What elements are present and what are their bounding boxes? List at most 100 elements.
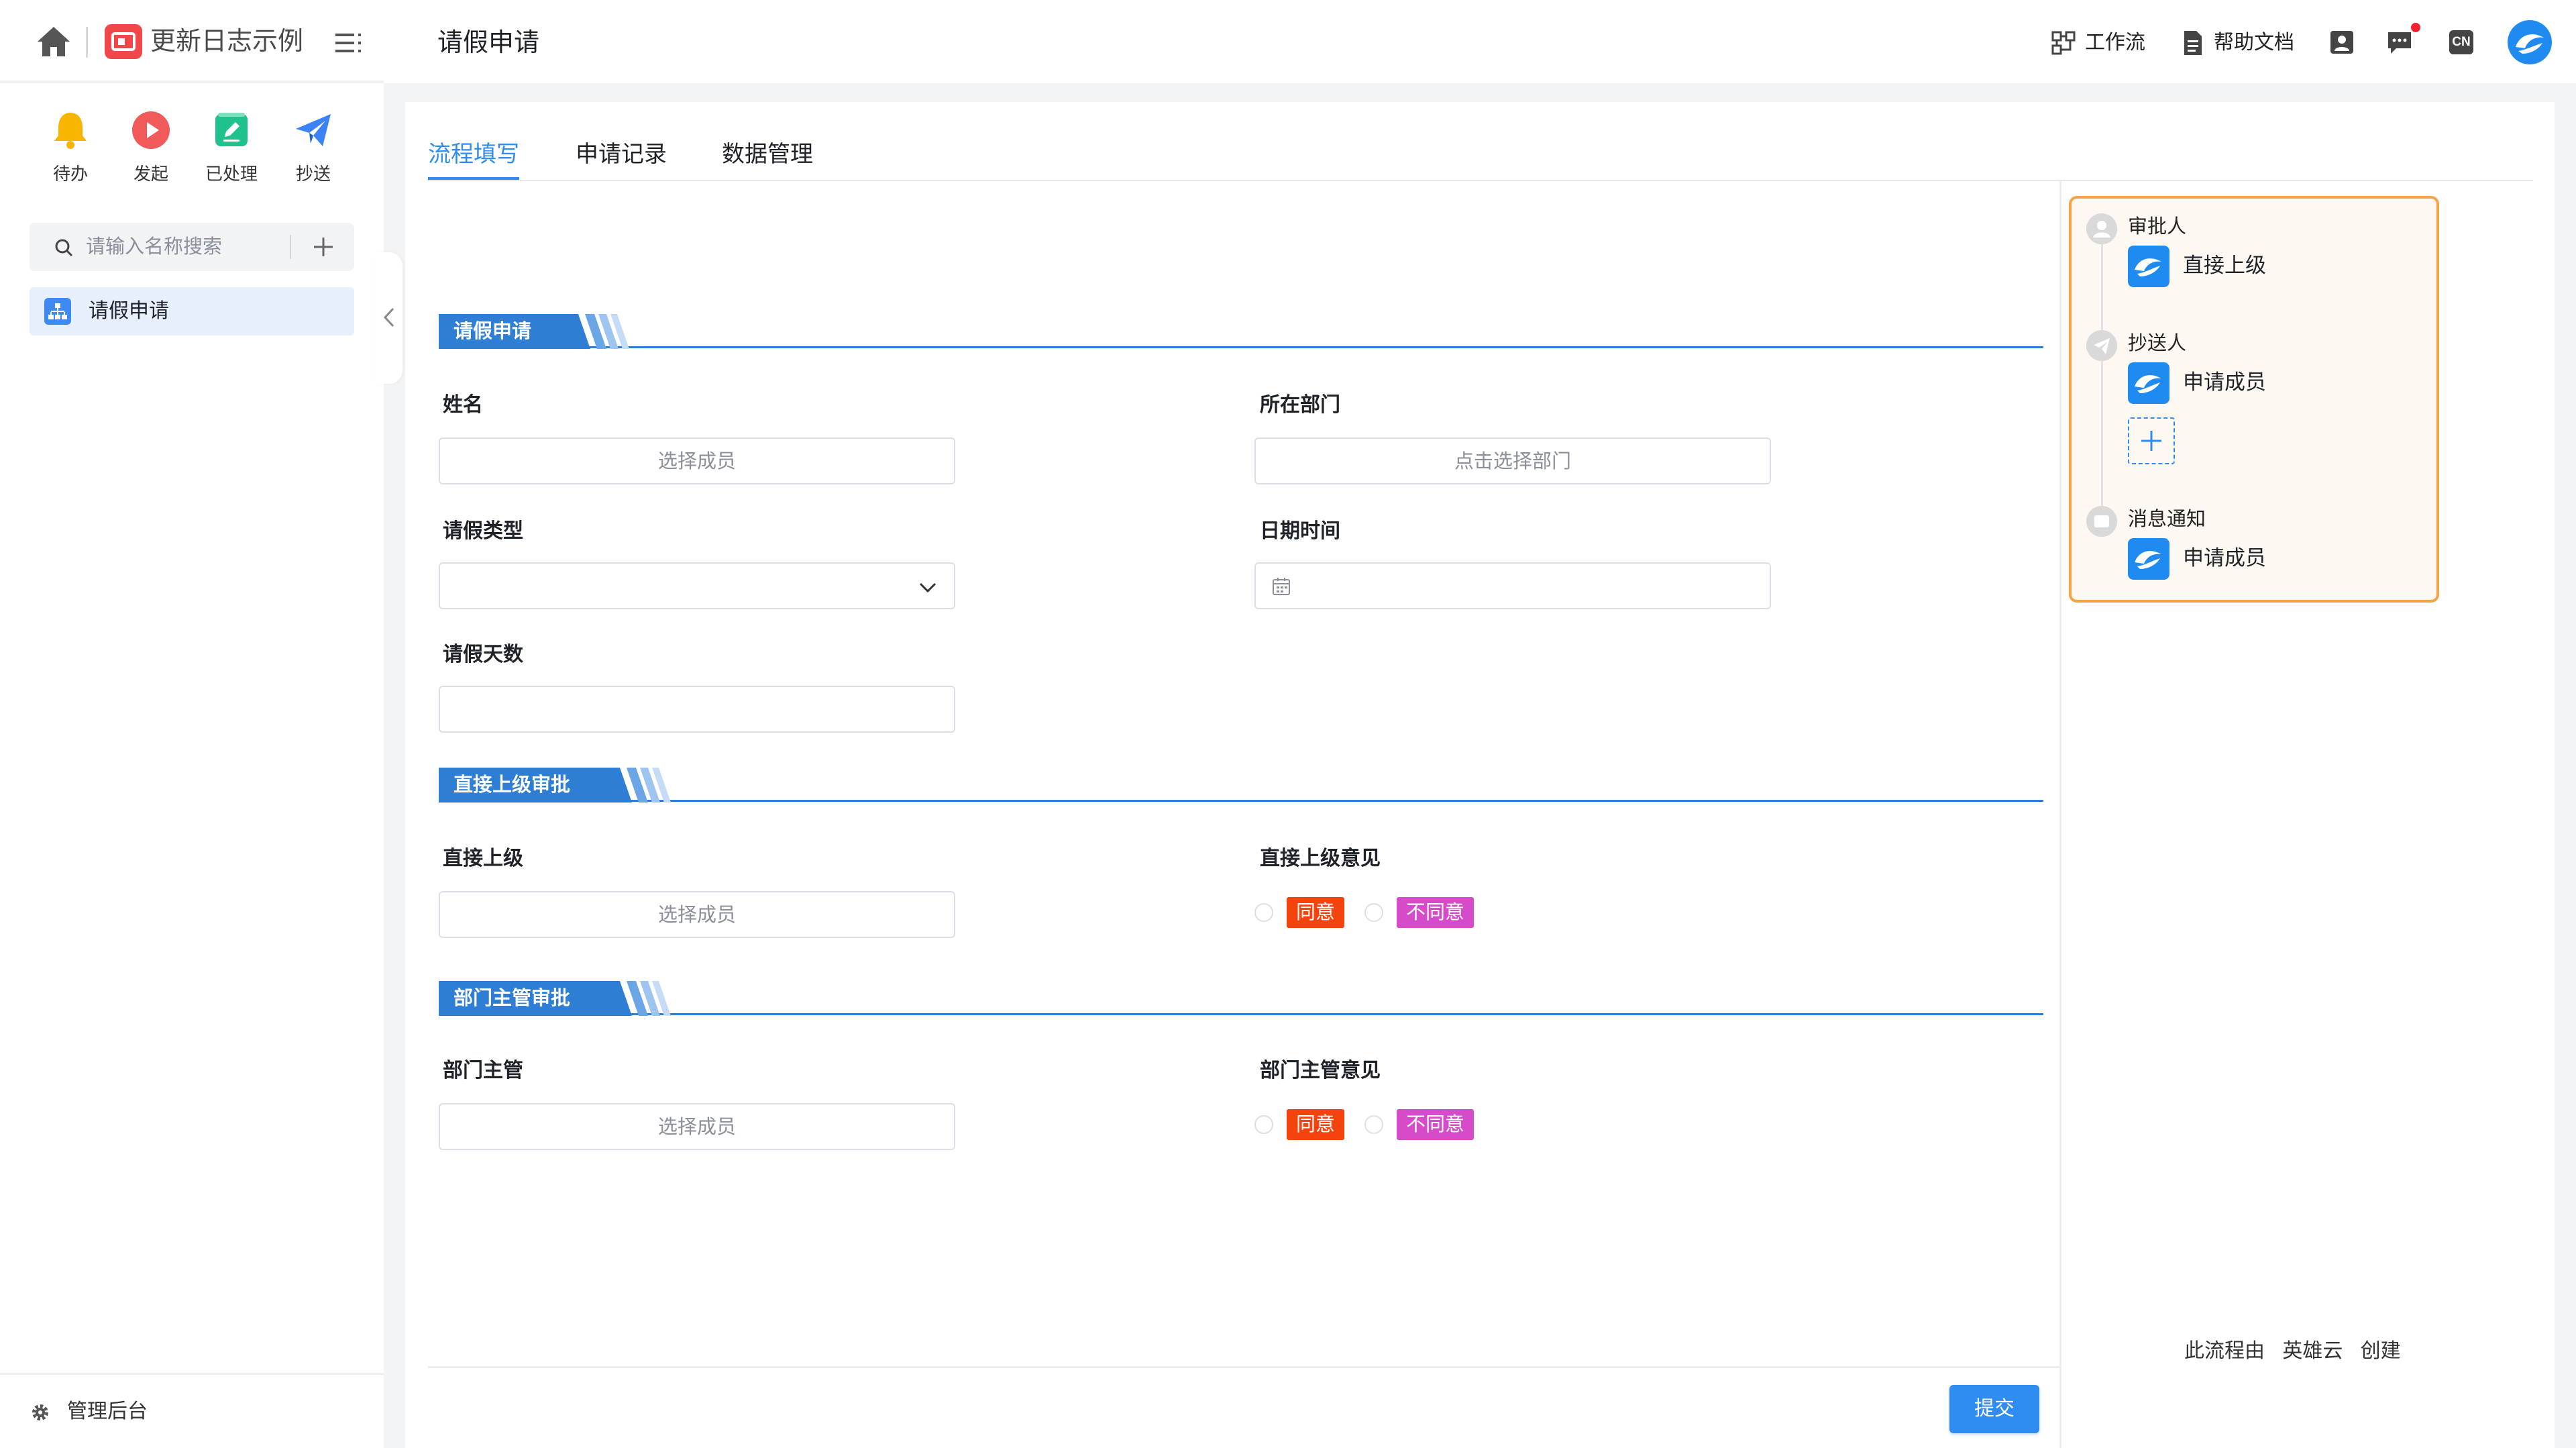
section-stripes: [605, 981, 671, 1016]
manager-member-picker[interactable]: 选择成员: [439, 1103, 955, 1150]
flow-node-member: 申请成员: [2183, 370, 2266, 394]
sidebar-item-label: 请假申请: [89, 300, 169, 322]
flow-node-member: 申请成员: [2183, 546, 2266, 570]
quick-action-cc[interactable]: 抄送: [276, 109, 350, 185]
quick-action-label: 待办: [52, 164, 88, 184]
search-divider: [290, 235, 291, 259]
disagree-tag[interactable]: 不同意: [1397, 897, 1474, 928]
radio-disagree[interactable]: [1364, 1115, 1384, 1134]
tab-data-management[interactable]: 数据管理: [722, 138, 813, 170]
flow-node-title: 消息通知: [2128, 509, 2206, 530]
bell-icon: [54, 113, 87, 149]
datetime-input[interactable]: [1254, 562, 1771, 609]
help-docs-label: 帮助文档: [2214, 32, 2294, 54]
datetime-label: 日期时间: [1260, 520, 1340, 542]
flow-credit: 此流程由 英雄云 创建: [2184, 1340, 2401, 1362]
radio-disagree[interactable]: [1364, 903, 1384, 922]
panel-divider: [2059, 181, 2061, 1448]
quick-action-label: 发起: [133, 164, 168, 184]
paper-plane-icon: [296, 114, 331, 146]
search-input[interactable]: 请输入名称搜索: [86, 235, 222, 259]
main-panel: 流程填写 申请记录 数据管理 请假申请 姓名 选择成员 所在部门 点击选择部门 …: [405, 102, 2555, 1448]
disagree-tag[interactable]: 不同意: [1397, 1109, 1474, 1140]
form-footer-divider: [428, 1366, 2061, 1368]
user-avatar[interactable]: [2508, 20, 2552, 64]
sidebar-collapse-handle[interactable]: [376, 252, 402, 384]
leave-days-input[interactable]: [439, 686, 955, 733]
message-icon[interactable]: [2385, 28, 2414, 56]
menu-toggle-icon[interactable]: [334, 30, 364, 56]
manager-placeholder: 选择成员: [657, 1117, 736, 1138]
flow-node-title: 审批人: [2128, 216, 2187, 238]
section-header-superior: 直接上级审批: [439, 768, 2043, 803]
page-title: 请假申请: [437, 29, 540, 57]
agree-tag[interactable]: 同意: [1287, 1109, 1345, 1140]
section-title: 部门主管审批: [439, 981, 614, 1016]
superior-placeholder: 选择成员: [657, 904, 736, 926]
notification-dot: [2411, 23, 2420, 32]
header-separator: [86, 27, 88, 58]
user-icon: [2086, 213, 2117, 244]
calendar-icon: [1273, 578, 1290, 595]
section-stripes: [605, 768, 671, 803]
leave-days-label: 请假天数: [443, 643, 523, 666]
app-name: 更新日志示例: [150, 28, 304, 56]
tab-process-fill[interactable]: 流程填写: [428, 138, 519, 170]
help-docs-link[interactable]: 帮助文档: [2179, 27, 2294, 59]
chevron-left-icon: [383, 307, 394, 327]
add-cc-button[interactable]: [2128, 417, 2175, 464]
section-underline: [439, 1013, 2043, 1015]
workflow-label: 工作流: [2085, 32, 2145, 54]
quick-action-processed[interactable]: 已处理: [195, 109, 268, 185]
send-icon: [2086, 330, 2117, 361]
sidebar-footer[interactable]: 管理后台: [0, 1373, 384, 1448]
top-bar: 请假申请 工作流 帮助文档 CN: [384, 0, 2576, 83]
manager-opinion-label: 部门主管意见: [1260, 1059, 1381, 1082]
radio-agree[interactable]: [1254, 1115, 1273, 1134]
sidebar-item-leave-request[interactable]: 请假申请: [30, 287, 354, 335]
language-label: CN: [2452, 35, 2471, 49]
search-icon: [55, 239, 73, 257]
app-logo-icon: [111, 32, 136, 51]
department-picker[interactable]: 点击选择部门: [1254, 437, 1771, 484]
flow-timeline: [2101, 236, 2103, 531]
play-icon: [132, 111, 170, 149]
superior-member-picker[interactable]: 选择成员: [439, 891, 955, 938]
radio-agree[interactable]: [1254, 903, 1273, 922]
org-chart-icon: [44, 298, 71, 325]
app-logo: [105, 24, 142, 59]
leave-type-label: 请假类型: [443, 520, 523, 542]
add-icon[interactable]: [310, 234, 337, 260]
quick-action-label: 已处理: [205, 164, 258, 184]
workflow-link[interactable]: 工作流: [2050, 27, 2145, 59]
superior-label: 直接上级: [443, 847, 523, 870]
notification-icon: [2086, 506, 2117, 537]
member-avatar-icon: [2128, 246, 2169, 287]
sidebar: 更新日志示例 待办 发起 已处理 抄送 请输入名称搜索 请假申请 管理后台: [0, 0, 384, 1448]
section-title: 请假申请: [439, 314, 573, 349]
leave-type-select[interactable]: [439, 562, 955, 609]
manager-label: 部门主管: [443, 1059, 523, 1082]
superior-opinion-label: 直接上级意见: [1260, 847, 1381, 870]
gear-icon: [32, 1404, 48, 1420]
plus-icon: [2141, 431, 2161, 451]
admin-link[interactable]: 管理后台: [67, 1399, 148, 1425]
submit-button[interactable]: 提交: [1949, 1385, 2039, 1433]
contacts-icon[interactable]: [2328, 28, 2356, 56]
sidebar-header: 更新日志示例: [0, 0, 384, 83]
flow-summary-card: 审批人 直接上级 抄送人 申请成员 消息通知 申请成员: [2069, 196, 2439, 603]
sidebar-search: 请输入名称搜索: [30, 223, 354, 271]
member-avatar-icon: [2128, 538, 2169, 580]
quick-action-start[interactable]: 发起: [114, 109, 188, 185]
agree-tag[interactable]: 同意: [1287, 897, 1345, 928]
tab-records[interactable]: 申请记录: [576, 138, 667, 170]
superior-opinion-radio-group: 同意 不同意: [1254, 896, 1494, 929]
home-icon[interactable]: [35, 24, 72, 59]
quick-action-todo[interactable]: 待办: [34, 109, 107, 185]
language-switch[interactable]: CN: [2447, 28, 2475, 56]
workflow-icon: [2051, 31, 2076, 55]
department-placeholder: 点击选择部门: [1454, 451, 1571, 472]
name-label: 姓名: [443, 394, 483, 416]
section-header-manager: 部门主管审批: [439, 981, 2043, 1016]
name-member-picker[interactable]: 选择成员: [439, 437, 955, 484]
